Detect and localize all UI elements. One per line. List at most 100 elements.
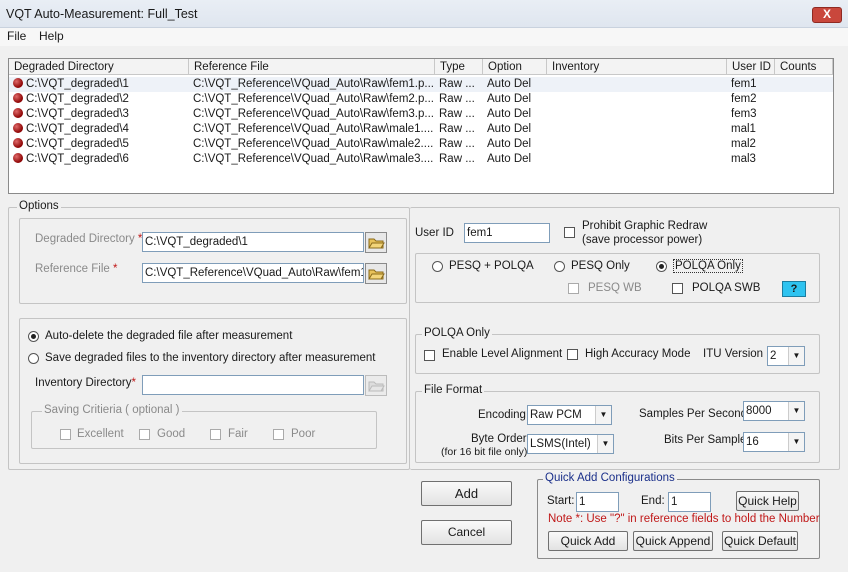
degraded-dir-input[interactable]: C:\VQT_degraded\1	[142, 232, 364, 252]
col-option[interactable]: Option	[483, 59, 547, 75]
auto-delete-label: Auto-delete the degraded file after meas…	[45, 330, 293, 342]
col-user-id[interactable]: User ID	[727, 59, 775, 75]
byte-order-value: LSMS(Intel)	[530, 438, 591, 450]
table-cell: Raw ...	[439, 107, 481, 122]
cell-text: C:\VQT_Reference\VQuad_Auto\Raw\male2...…	[193, 138, 433, 150]
prohibit-redraw-label: Prohibit Graphic Redraw	[582, 220, 708, 232]
level-alignment-checkbox[interactable]	[424, 350, 435, 361]
cell-text: C:\VQT_degraded\4	[26, 123, 129, 135]
table-cell: C:\VQT_degraded\1	[13, 77, 187, 92]
itu-version-select[interactable]: 2 ▼	[767, 346, 805, 366]
paths-group	[19, 218, 407, 304]
table-cell: Raw ...	[439, 152, 481, 167]
col-counts[interactable]: Counts	[775, 59, 833, 75]
high-accuracy-checkbox[interactable]	[567, 349, 578, 360]
auto-delete-radio[interactable]	[28, 331, 39, 342]
chevron-down-icon: ▼	[595, 406, 611, 424]
table-cell	[779, 77, 831, 92]
quick-help-button[interactable]: Quick Help	[736, 491, 799, 511]
cell-text: Raw ...	[439, 78, 475, 90]
good-checkbox[interactable]	[139, 429, 150, 440]
save-degraded-radio[interactable]	[28, 353, 39, 364]
menu-bar	[0, 28, 848, 46]
col-type[interactable]: Type	[435, 59, 483, 75]
quick-add-note: Note *: Use "?" in reference fields to h…	[548, 513, 820, 525]
degraded-dir-label: Degraded Directory *	[35, 233, 143, 245]
table-cell	[779, 152, 831, 167]
samples-per-second-select[interactable]: 8000 ▼	[743, 401, 805, 421]
col-inventory[interactable]: Inventory	[547, 59, 727, 75]
cell-text: C:\VQT_degraded\6	[26, 153, 129, 165]
user-id-input[interactable]: fem1	[464, 223, 550, 243]
cell-text: Raw ...	[439, 93, 475, 105]
table-row[interactable]: C:\VQT_degraded\5 C:\VQT_Reference\VQuad_…	[9, 137, 833, 152]
table-row[interactable]: C:\VQT_degraded\3 C:\VQT_Reference\VQuad_…	[9, 107, 833, 122]
table-cell: Raw ...	[439, 92, 481, 107]
bits-value: 16	[746, 436, 759, 448]
quick-append-button[interactable]: Quick Append	[633, 531, 713, 551]
table-cell	[779, 107, 831, 122]
table-row[interactable]: C:\VQT_degraded\1 C:\VQT_Reference\VQuad_…	[9, 77, 833, 92]
saving-criteria-legend: Saving Critieria ( optional )	[42, 404, 182, 416]
prohibit-redraw-sublabel: (save processor power)	[582, 234, 703, 246]
add-button[interactable]: Add	[421, 481, 512, 506]
polqa-only-radio[interactable]	[656, 261, 667, 272]
table-cell: Auto Del	[487, 122, 545, 137]
table-cell: C:\VQT_Reference\VQuad_Auto\Raw\fem3.p..…	[193, 107, 433, 122]
menu-file[interactable]: File	[7, 29, 26, 43]
pesq-wb-checkbox[interactable]	[568, 283, 579, 294]
col-degraded-directory[interactable]: Degraded Directory	[9, 59, 189, 75]
table-cell	[551, 152, 725, 167]
table-row[interactable]: C:\VQT_degraded\4 C:\VQT_Reference\VQuad_…	[9, 122, 833, 137]
table-cell: C:\VQT_Reference\VQuad_Auto\Raw\fem1.p..…	[193, 77, 433, 92]
byte-order-sublabel: (for 16 bit file only)	[441, 446, 528, 458]
menu-help[interactable]: Help	[39, 29, 64, 43]
table-cell: Raw ...	[439, 122, 481, 137]
help-icon[interactable]: ?	[782, 281, 806, 297]
cell-text: Auto Del	[487, 108, 532, 120]
poor-checkbox[interactable]	[273, 429, 284, 440]
window-title: VQT Auto-Measurement: Full_Test	[6, 7, 198, 21]
measurement-table[interactable]: Degraded Directory Reference File Type O…	[8, 58, 834, 194]
close-button[interactable]: X	[812, 7, 842, 23]
bits-per-sample-select[interactable]: 16 ▼	[743, 432, 805, 452]
prohibit-redraw-checkbox[interactable]	[564, 227, 575, 238]
inventory-dir-input[interactable]	[142, 375, 364, 395]
excellent-checkbox[interactable]	[60, 429, 71, 440]
chevron-down-icon: ▼	[788, 402, 804, 420]
table-cell	[779, 92, 831, 107]
inventory-dir-label: Inventory Directory*	[35, 377, 136, 389]
fair-checkbox[interactable]	[210, 429, 221, 440]
table-cell: fem2	[731, 92, 773, 107]
file-format-legend: File Format	[422, 384, 485, 396]
byte-order-select[interactable]: LSMS(Intel) ▼	[527, 434, 614, 454]
table-cell: mal2	[731, 137, 773, 152]
table-row[interactable]: C:\VQT_degraded\6 C:\VQT_Reference\VQuad_…	[9, 152, 833, 167]
cell-text: C:\VQT_Reference\VQuad_Auto\Raw\male1...…	[193, 123, 433, 135]
reference-file-input[interactable]: C:\VQT_Reference\VQuad_Auto\Raw\fem1.p	[142, 263, 364, 283]
end-input[interactable]: 1	[668, 492, 711, 512]
save-degraded-label: Save degraded files to the inventory dir…	[45, 352, 376, 364]
quick-add-button[interactable]: Quick Add	[548, 531, 628, 551]
table-cell: C:\VQT_degraded\2	[13, 92, 187, 107]
table-cell	[779, 137, 831, 152]
start-input[interactable]: 1	[576, 492, 619, 512]
polqa-swb-checkbox[interactable]	[672, 283, 683, 294]
cell-text: Auto Del	[487, 93, 532, 105]
chevron-down-icon: ▼	[788, 433, 804, 451]
browse-reference-button[interactable]	[365, 263, 387, 284]
table-cell: Raw ...	[439, 77, 481, 92]
browse-inventory-button[interactable]	[365, 375, 387, 396]
cancel-button[interactable]: Cancel	[421, 520, 512, 545]
pesq-polqa-radio[interactable]	[432, 261, 443, 272]
cell-text: Raw ...	[439, 123, 475, 135]
table-row[interactable]: C:\VQT_degraded\2 C:\VQT_Reference\VQuad_…	[9, 92, 833, 107]
encoding-select[interactable]: Raw PCM ▼	[527, 405, 612, 425]
end-label: End:	[641, 495, 665, 507]
start-label: Start:	[547, 495, 575, 507]
pesq-only-radio[interactable]	[554, 261, 565, 272]
browse-degraded-button[interactable]	[365, 232, 387, 253]
col-reference-file[interactable]: Reference File	[189, 59, 435, 75]
table-cell: fem1	[731, 77, 773, 92]
quick-default-button[interactable]: Quick Default	[722, 531, 798, 551]
